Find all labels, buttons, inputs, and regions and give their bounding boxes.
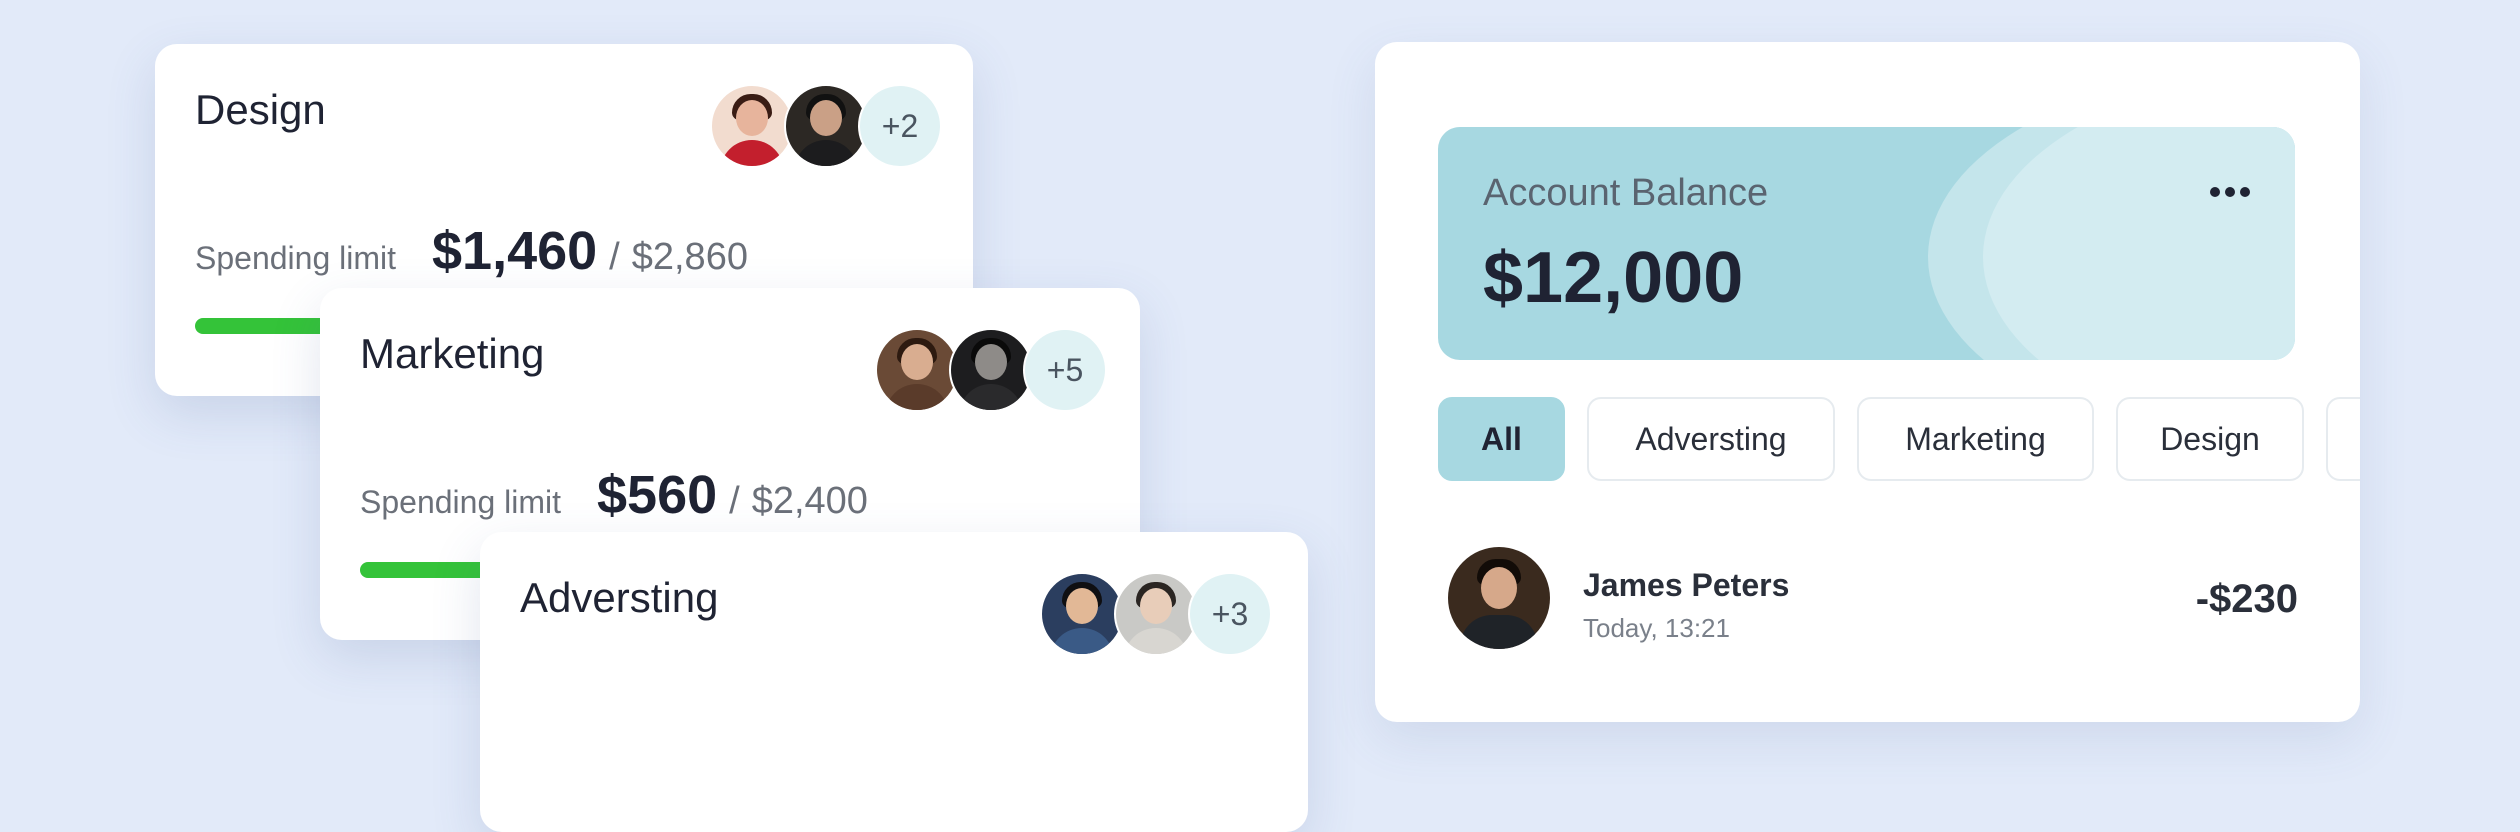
avatar: [1114, 572, 1198, 656]
more-horizontal-icon[interactable]: [2210, 187, 2250, 199]
tab-marketing[interactable]: Marketing: [1857, 397, 2094, 481]
spending-limit-row: Spending limit $1,460 / $2,860: [195, 220, 748, 282]
tab-more[interactable]: [2326, 397, 2360, 481]
avatar: [949, 328, 1033, 412]
spent-amount: $560: [597, 465, 718, 525]
avatar: [784, 84, 868, 168]
avatar: [1040, 572, 1124, 656]
card-title: Marketing: [360, 330, 545, 377]
spent-amount: $1,460: [432, 221, 598, 281]
avatar: [1448, 547, 1550, 649]
limit-total: $2,400: [751, 480, 868, 522]
category-tabs: All Adversting Marketing Design: [1438, 397, 2360, 481]
member-avatars[interactable]: +3: [1040, 572, 1272, 656]
avatar: [710, 84, 794, 168]
adversting-card[interactable]: Adversting +3: [480, 532, 1308, 832]
avatar: [875, 328, 959, 412]
extra-members-badge: +3: [1188, 572, 1272, 656]
transaction-row[interactable]: James Peters Today, 13:21 -$230: [1448, 547, 2298, 657]
balance-label: Account Balance: [1483, 172, 1769, 214]
card-title: Adversting: [520, 574, 719, 621]
account-balance-card: Account Balance $12,000: [1438, 127, 2295, 360]
separator: /: [609, 236, 620, 278]
transaction-name: James Peters: [1583, 567, 1790, 603]
account-panel: Account Balance $12,000 All Adversting M…: [1375, 42, 2360, 722]
spending-limit-row: Spending limit $560 / $2,400: [360, 464, 868, 526]
balance-value: $12,000: [1483, 238, 1744, 318]
tab-all[interactable]: All: [1438, 397, 1565, 481]
card-title: Design: [195, 86, 326, 133]
tab-design[interactable]: Design: [2116, 397, 2304, 481]
separator: /: [729, 480, 740, 522]
extra-members-badge: +2: [858, 84, 942, 168]
tab-adversting[interactable]: Adversting: [1587, 397, 1835, 481]
extra-members-badge: +5: [1023, 328, 1107, 412]
member-avatars[interactable]: +2: [710, 84, 942, 168]
spending-limit-label: Spending limit: [195, 240, 396, 276]
transaction-time: Today, 13:21: [1583, 613, 1730, 643]
member-avatars[interactable]: +5: [875, 328, 1107, 412]
transaction-amount: -$230: [2195, 577, 2298, 621]
spending-limit-label: Spending limit: [360, 484, 561, 520]
limit-total: $2,860: [631, 236, 748, 278]
